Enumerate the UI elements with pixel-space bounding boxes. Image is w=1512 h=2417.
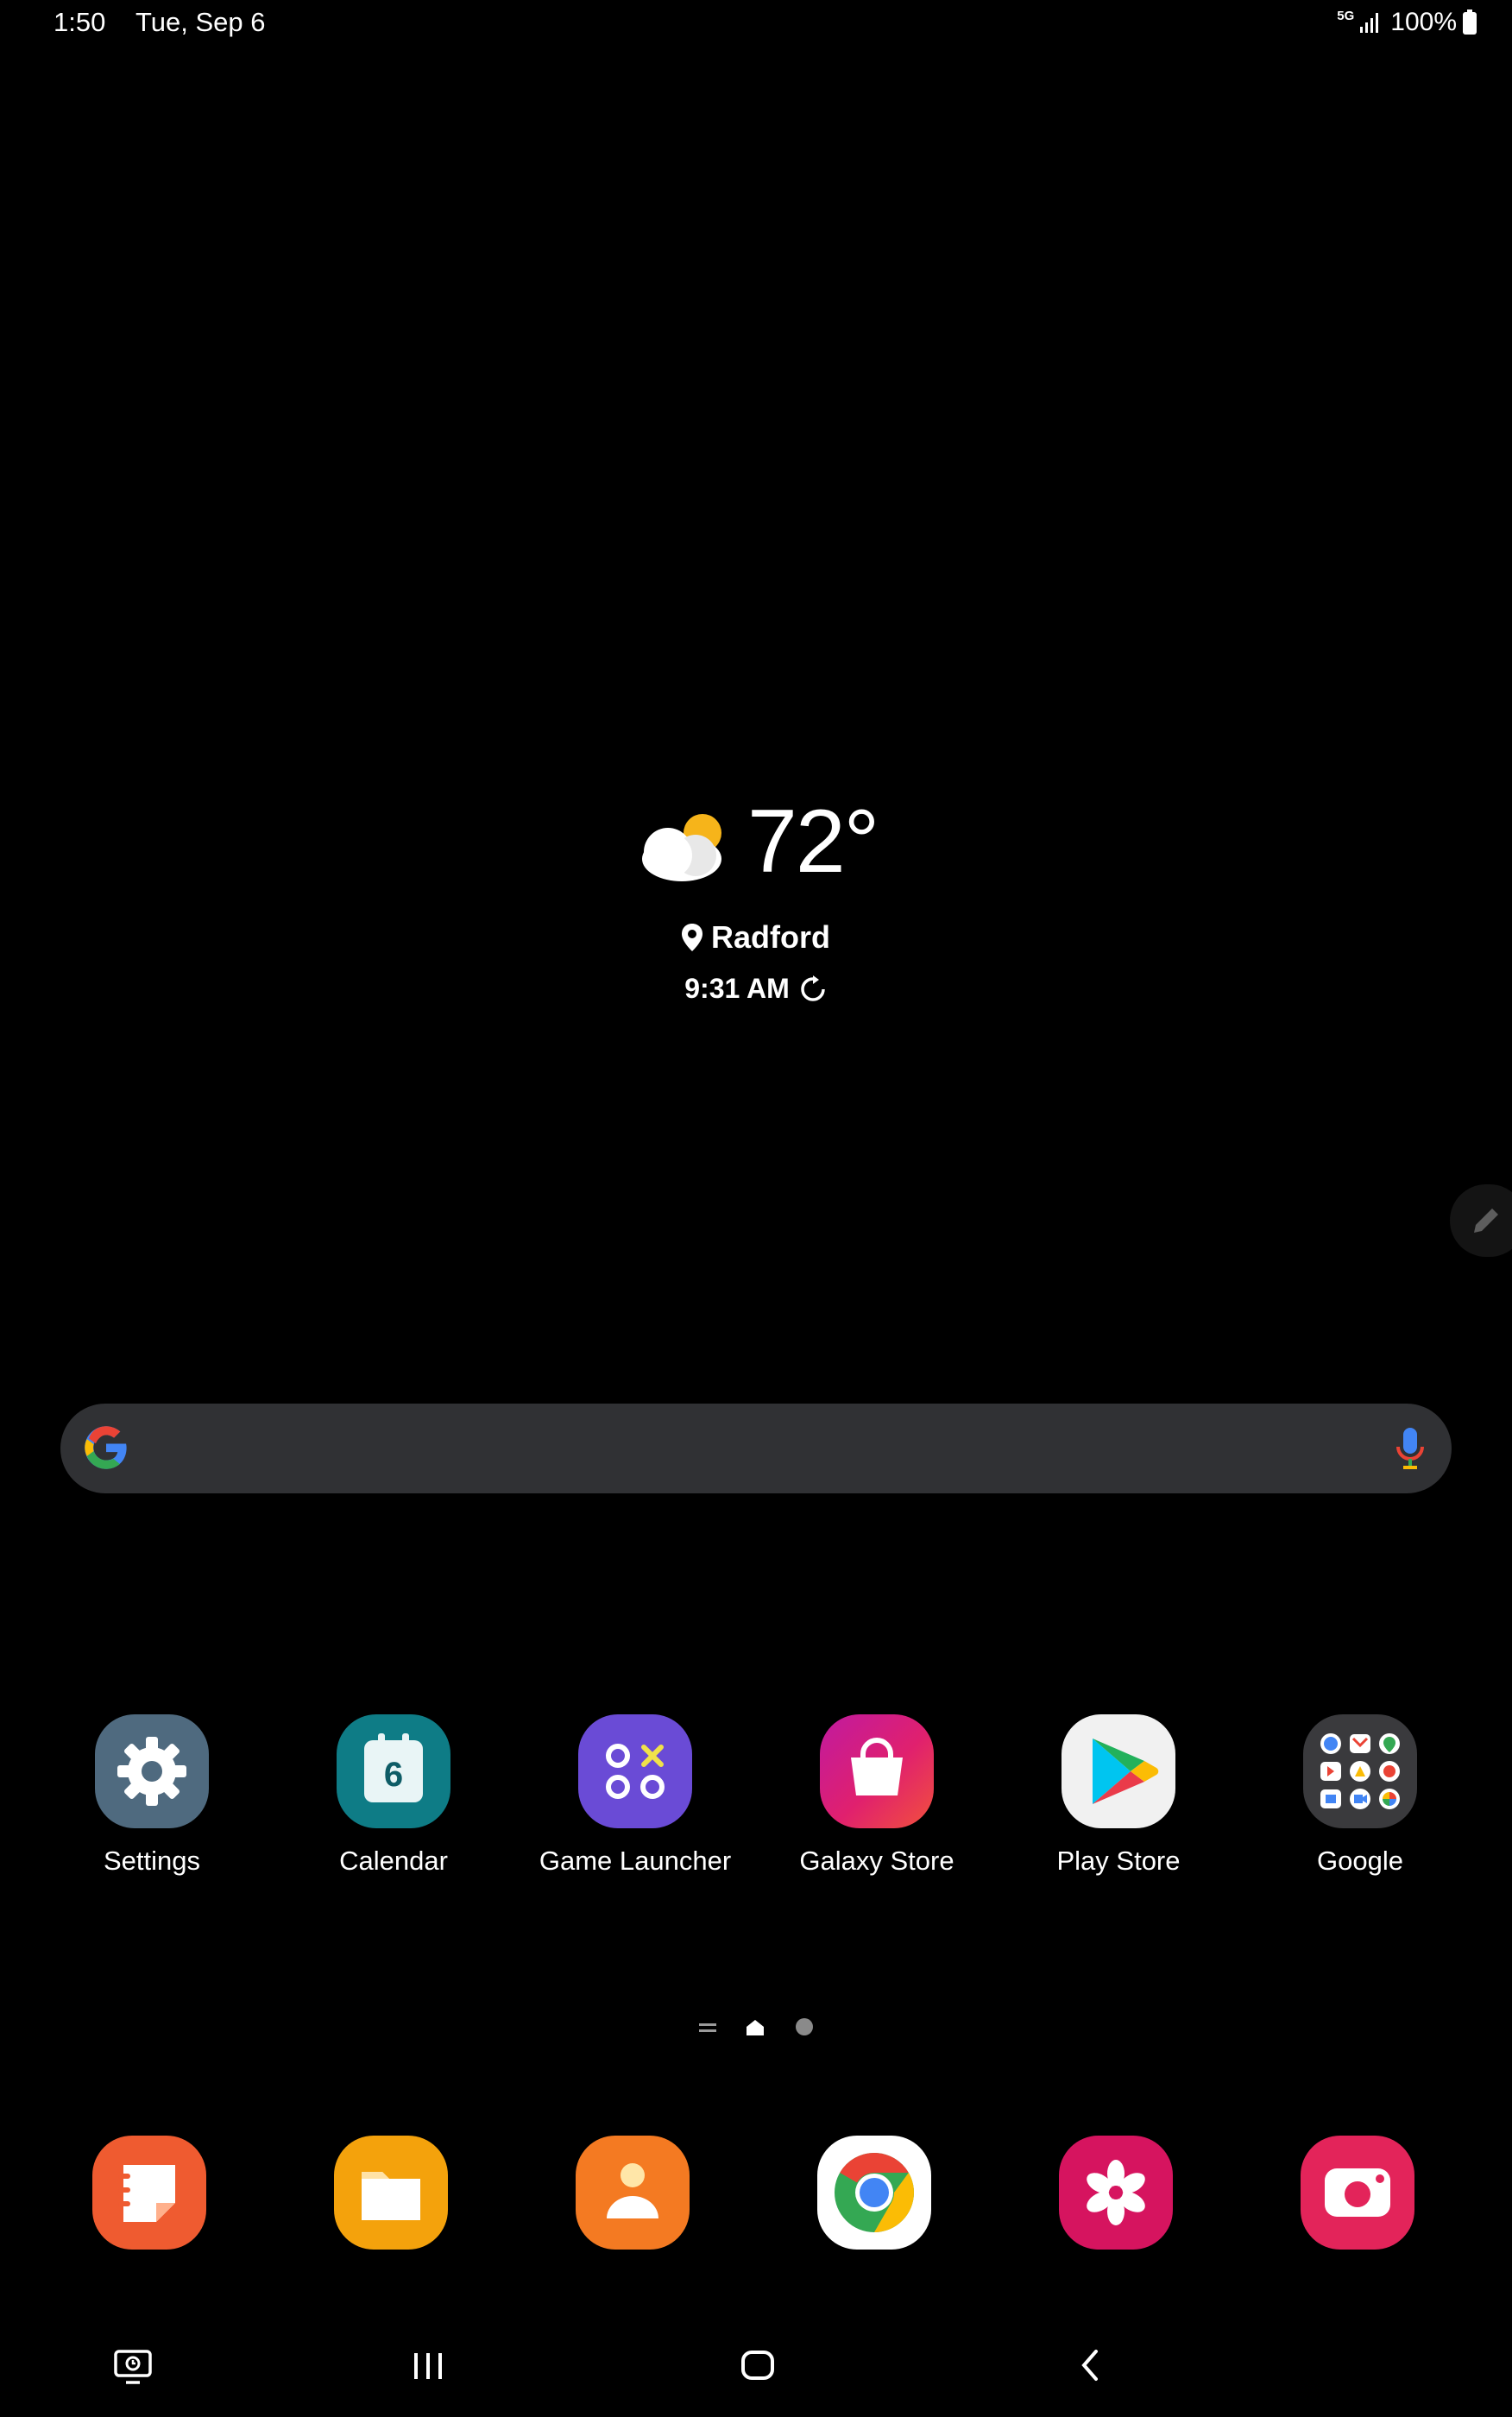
app-play-store[interactable]: Play Store: [1011, 1714, 1226, 1877]
recent-screenshot-button[interactable]: [114, 2348, 152, 2390]
home-button[interactable]: [740, 2348, 775, 2387]
network-type: 5G: [1337, 8, 1355, 23]
recents-button[interactable]: [411, 2348, 445, 2387]
menu-page-icon: [699, 2023, 716, 2032]
page-indicator[interactable]: [690, 2011, 828, 2046]
battery-percent: 100%: [1390, 8, 1457, 36]
my-files-icon[interactable]: [334, 2136, 448, 2250]
weather-widget[interactable]: 72° Radford 9:31 AM: [0, 790, 1512, 1014]
calendar-icon: 6: [337, 1714, 450, 1828]
status-bar: 1:50 Tue, Sep 6 5G 100%: [0, 0, 1512, 48]
weather-location-label: Radford: [711, 919, 830, 955]
edge-panel-handle[interactable]: [1450, 1184, 1512, 1257]
home-page-icon: [747, 2020, 764, 2035]
app-calendar[interactable]: 6 Calendar: [286, 1714, 501, 1877]
contacts-icon[interactable]: [576, 2136, 690, 2250]
app-label: Google: [1317, 1846, 1403, 1876]
battery-icon: [1463, 9, 1477, 35]
app-label: Calendar: [339, 1846, 448, 1876]
partly-cloudy-icon: [642, 814, 721, 881]
back-button[interactable]: [1075, 2348, 1106, 2387]
signal-icon: [1360, 13, 1379, 33]
app-google-folder[interactable]: Google: [1252, 1714, 1468, 1877]
refresh-icon[interactable]: [798, 975, 828, 1004]
weather-temperature: 72°: [747, 792, 879, 892]
camera-icon[interactable]: [1301, 2136, 1414, 2250]
weather-location: Radford: [0, 919, 1512, 956]
settings-icon: [95, 1714, 209, 1828]
back-icon: [1081, 2350, 1098, 2381]
recents-icon: [414, 2353, 442, 2379]
mic-icon[interactable]: [1395, 1426, 1426, 1471]
status-time: 1:50: [54, 7, 106, 37]
google-search-bar[interactable]: [60, 1404, 1452, 1493]
galaxy-store-icon: [820, 1714, 934, 1828]
calendar-date: 6: [383, 1756, 404, 1794]
chrome-icon[interactable]: [817, 2136, 931, 2250]
notes-icon[interactable]: [92, 2136, 206, 2250]
weather-updated-time: 9:31 AM: [684, 973, 790, 1004]
pencil-icon: [1474, 1208, 1498, 1233]
google-g-icon: [85, 1426, 127, 1469]
app-label: Settings: [103, 1846, 200, 1876]
status-date: Tue, Sep 6: [135, 7, 266, 37]
app-label: Play Store: [1056, 1846, 1181, 1876]
game-launcher-icon: [578, 1714, 692, 1828]
screen-history-icon: [114, 2350, 152, 2384]
app-label: Galaxy Store: [799, 1846, 954, 1876]
navigation-bar: [0, 2348, 1512, 2400]
google-folder-icon: [1303, 1714, 1417, 1828]
app-settings[interactable]: Settings: [44, 1714, 260, 1877]
gallery-icon[interactable]: [1059, 2136, 1173, 2250]
status-icons: 5G 100%: [1337, 5, 1477, 40]
play-store-icon: [1062, 1714, 1175, 1828]
app-label: Game Launcher: [539, 1846, 732, 1876]
weather-updated: 9:31 AM: [0, 973, 1512, 1005]
app-game-launcher[interactable]: Game Launcher: [527, 1714, 743, 1877]
app-galaxy-store[interactable]: Galaxy Store: [769, 1714, 985, 1877]
location-pin-icon: [682, 924, 702, 951]
home-icon: [741, 2351, 774, 2380]
page-dot: [796, 2018, 813, 2035]
